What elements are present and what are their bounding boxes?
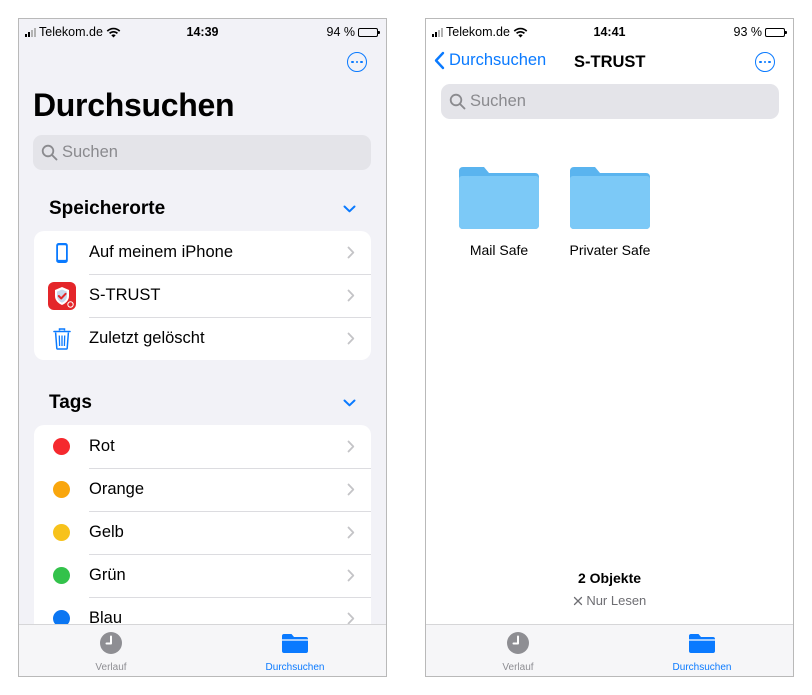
location-s-trust[interactable]: S-TRUST [34,274,371,317]
search-field[interactable]: Suchen [441,84,779,119]
chevron-right-icon [347,440,355,453]
battery-percent: 93 % [733,25,763,39]
tag-yellow[interactable]: Gelb [34,511,371,554]
green-tag-dot-icon [53,567,70,584]
tag-orange[interactable]: Orange [34,468,371,511]
back-label: Durchsuchen [449,51,547,69]
read-only-status: Nur Lesen [426,593,793,608]
tab-label: Durchsuchen [672,662,732,673]
battery-icon [765,27,787,37]
read-only-label: Nur Lesen [586,593,647,608]
browse-screen: Telekom.de 14:39 94 % Durchsuchen Suchen… [18,18,387,677]
yellow-tag-dot-icon [53,524,70,541]
search-icon [41,144,58,161]
location-label: S-TRUST [89,286,161,304]
back-button[interactable]: Durchsuchen [434,51,546,70]
status-bar: Telekom.de 14:41 93 % [426,19,793,45]
location-on-my-iphone[interactable]: Auf meinem iPhone [34,231,371,274]
item-count: 2 Objekte [577,570,642,586]
battery-status: 93 % [733,25,787,39]
folder-privater-safe[interactable]: Privater Safe [560,165,660,258]
chevron-right-icon [347,483,355,496]
trash-icon [34,327,89,350]
tag-label: Orange [89,480,145,498]
chevron-right-icon [347,246,355,259]
search-placeholder: Suchen [470,92,526,110]
search-icon [449,93,466,110]
battery-percent: 94 % [326,25,356,39]
folder-screen: Telekom.de 14:41 93 % Durchsuchen S-TRUS… [425,18,794,677]
clock-icon [507,632,529,654]
tag-label: Rot [89,437,115,455]
search-field[interactable]: Suchen [33,135,371,170]
more-options-button[interactable] [755,52,775,72]
folder-name: Mail Safe [469,242,529,258]
folder-icon [689,634,715,653]
tab-label: Verlauf [502,662,534,673]
battery-status: 94 % [326,25,380,39]
chevron-right-icon [347,569,355,582]
chevron-right-icon [347,289,355,302]
folder-icon [570,167,650,229]
chevron-left-icon [434,51,445,70]
location-recently-deleted[interactable]: Zuletzt gelöscht [34,317,371,360]
folder-icon [282,634,308,653]
folder-name: Privater Safe [569,242,651,258]
battery-icon [358,27,380,37]
tags-list: Rot Orange Gelb Grün Blau [34,425,371,640]
folder-icon [459,167,539,229]
section-locations-title: Speicherorte [49,198,166,219]
tab-recents[interactable]: Verlauf [66,631,156,673]
red-tag-dot-icon [53,438,70,455]
iphone-icon [34,242,89,264]
tab-label: Durchsuchen [265,662,325,673]
location-label: Auf meinem iPhone [89,243,233,261]
nav-title: S-TRUST [574,53,646,71]
s-trust-app-icon [34,281,89,310]
tag-red[interactable]: Rot [34,425,371,468]
page-title: Durchsuchen [33,87,235,123]
tab-bar: Verlauf Durchsuchen [426,624,793,676]
search-placeholder: Suchen [62,143,118,161]
chevron-down-icon[interactable] [343,399,356,407]
tag-green[interactable]: Grün [34,554,371,597]
tab-browse[interactable]: Durchsuchen [250,631,340,673]
tab-recents[interactable]: Verlauf [473,631,563,673]
location-label: Zuletzt gelöscht [89,329,205,347]
read-only-icon [573,596,582,606]
more-options-button[interactable] [347,52,367,72]
status-bar: Telekom.de 14:39 94 % [19,19,386,45]
chevron-right-icon [347,526,355,539]
clock-icon [100,632,122,654]
tab-bar: Verlauf Durchsuchen [19,624,386,676]
orange-tag-dot-icon [53,481,70,498]
locations-list: Auf meinem iPhone S-TRUST Zuletzt gelösc… [34,231,371,360]
chevron-down-icon[interactable] [343,205,356,213]
tag-label: Gelb [89,523,124,541]
chevron-right-icon [347,332,355,345]
folder-mail-safe[interactable]: Mail Safe [449,165,549,258]
tag-label: Grün [89,566,126,584]
tab-label: Verlauf [95,662,127,673]
section-tags-title: Tags [49,392,92,413]
tab-browse[interactable]: Durchsuchen [657,631,747,673]
